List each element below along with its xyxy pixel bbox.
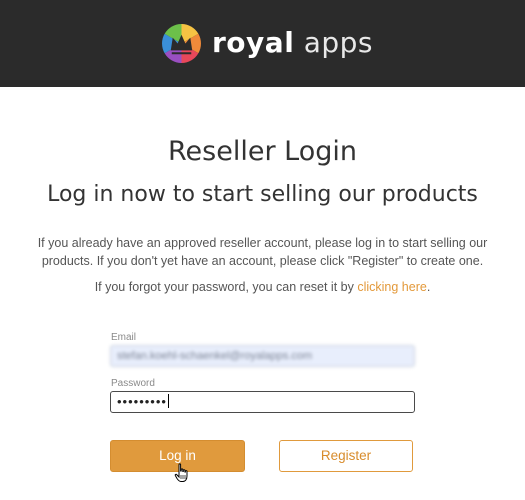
password-field[interactable]: •••••••••: [110, 391, 415, 413]
header-bar: royal apps: [0, 0, 525, 87]
email-field[interactable]: stefan.koehl-schaenkel@royalapps.com: [110, 345, 415, 367]
brand-name: royal apps: [212, 23, 373, 63]
password-mask: •••••••••: [117, 394, 167, 409]
forgot-suffix: .: [426, 280, 431, 294]
password-label: Password: [111, 378, 155, 389]
page-title: Reseller Login: [168, 136, 357, 167]
crown-logo-icon: [162, 23, 201, 63]
hand-pointer-icon: [174, 463, 188, 482]
forgot-password-text: If you forgot your password, you can res…: [0, 280, 525, 294]
forgot-prefix: If you forgot your password, you can res…: [94, 280, 358, 294]
brand-logo[interactable]: royal apps: [162, 23, 373, 63]
intro-text: If you already have an approved reseller…: [37, 236, 488, 268]
text-caret: [167, 394, 169, 408]
brand-name-light: apps: [294, 26, 373, 59]
page-subtitle: Log in now to start selling our products: [47, 182, 478, 207]
register-button[interactable]: Register: [279, 440, 413, 472]
reset-password-link[interactable]: clicking here: [357, 280, 426, 294]
brand-name-bold: royal: [212, 26, 295, 59]
email-label: Email: [111, 332, 137, 343]
